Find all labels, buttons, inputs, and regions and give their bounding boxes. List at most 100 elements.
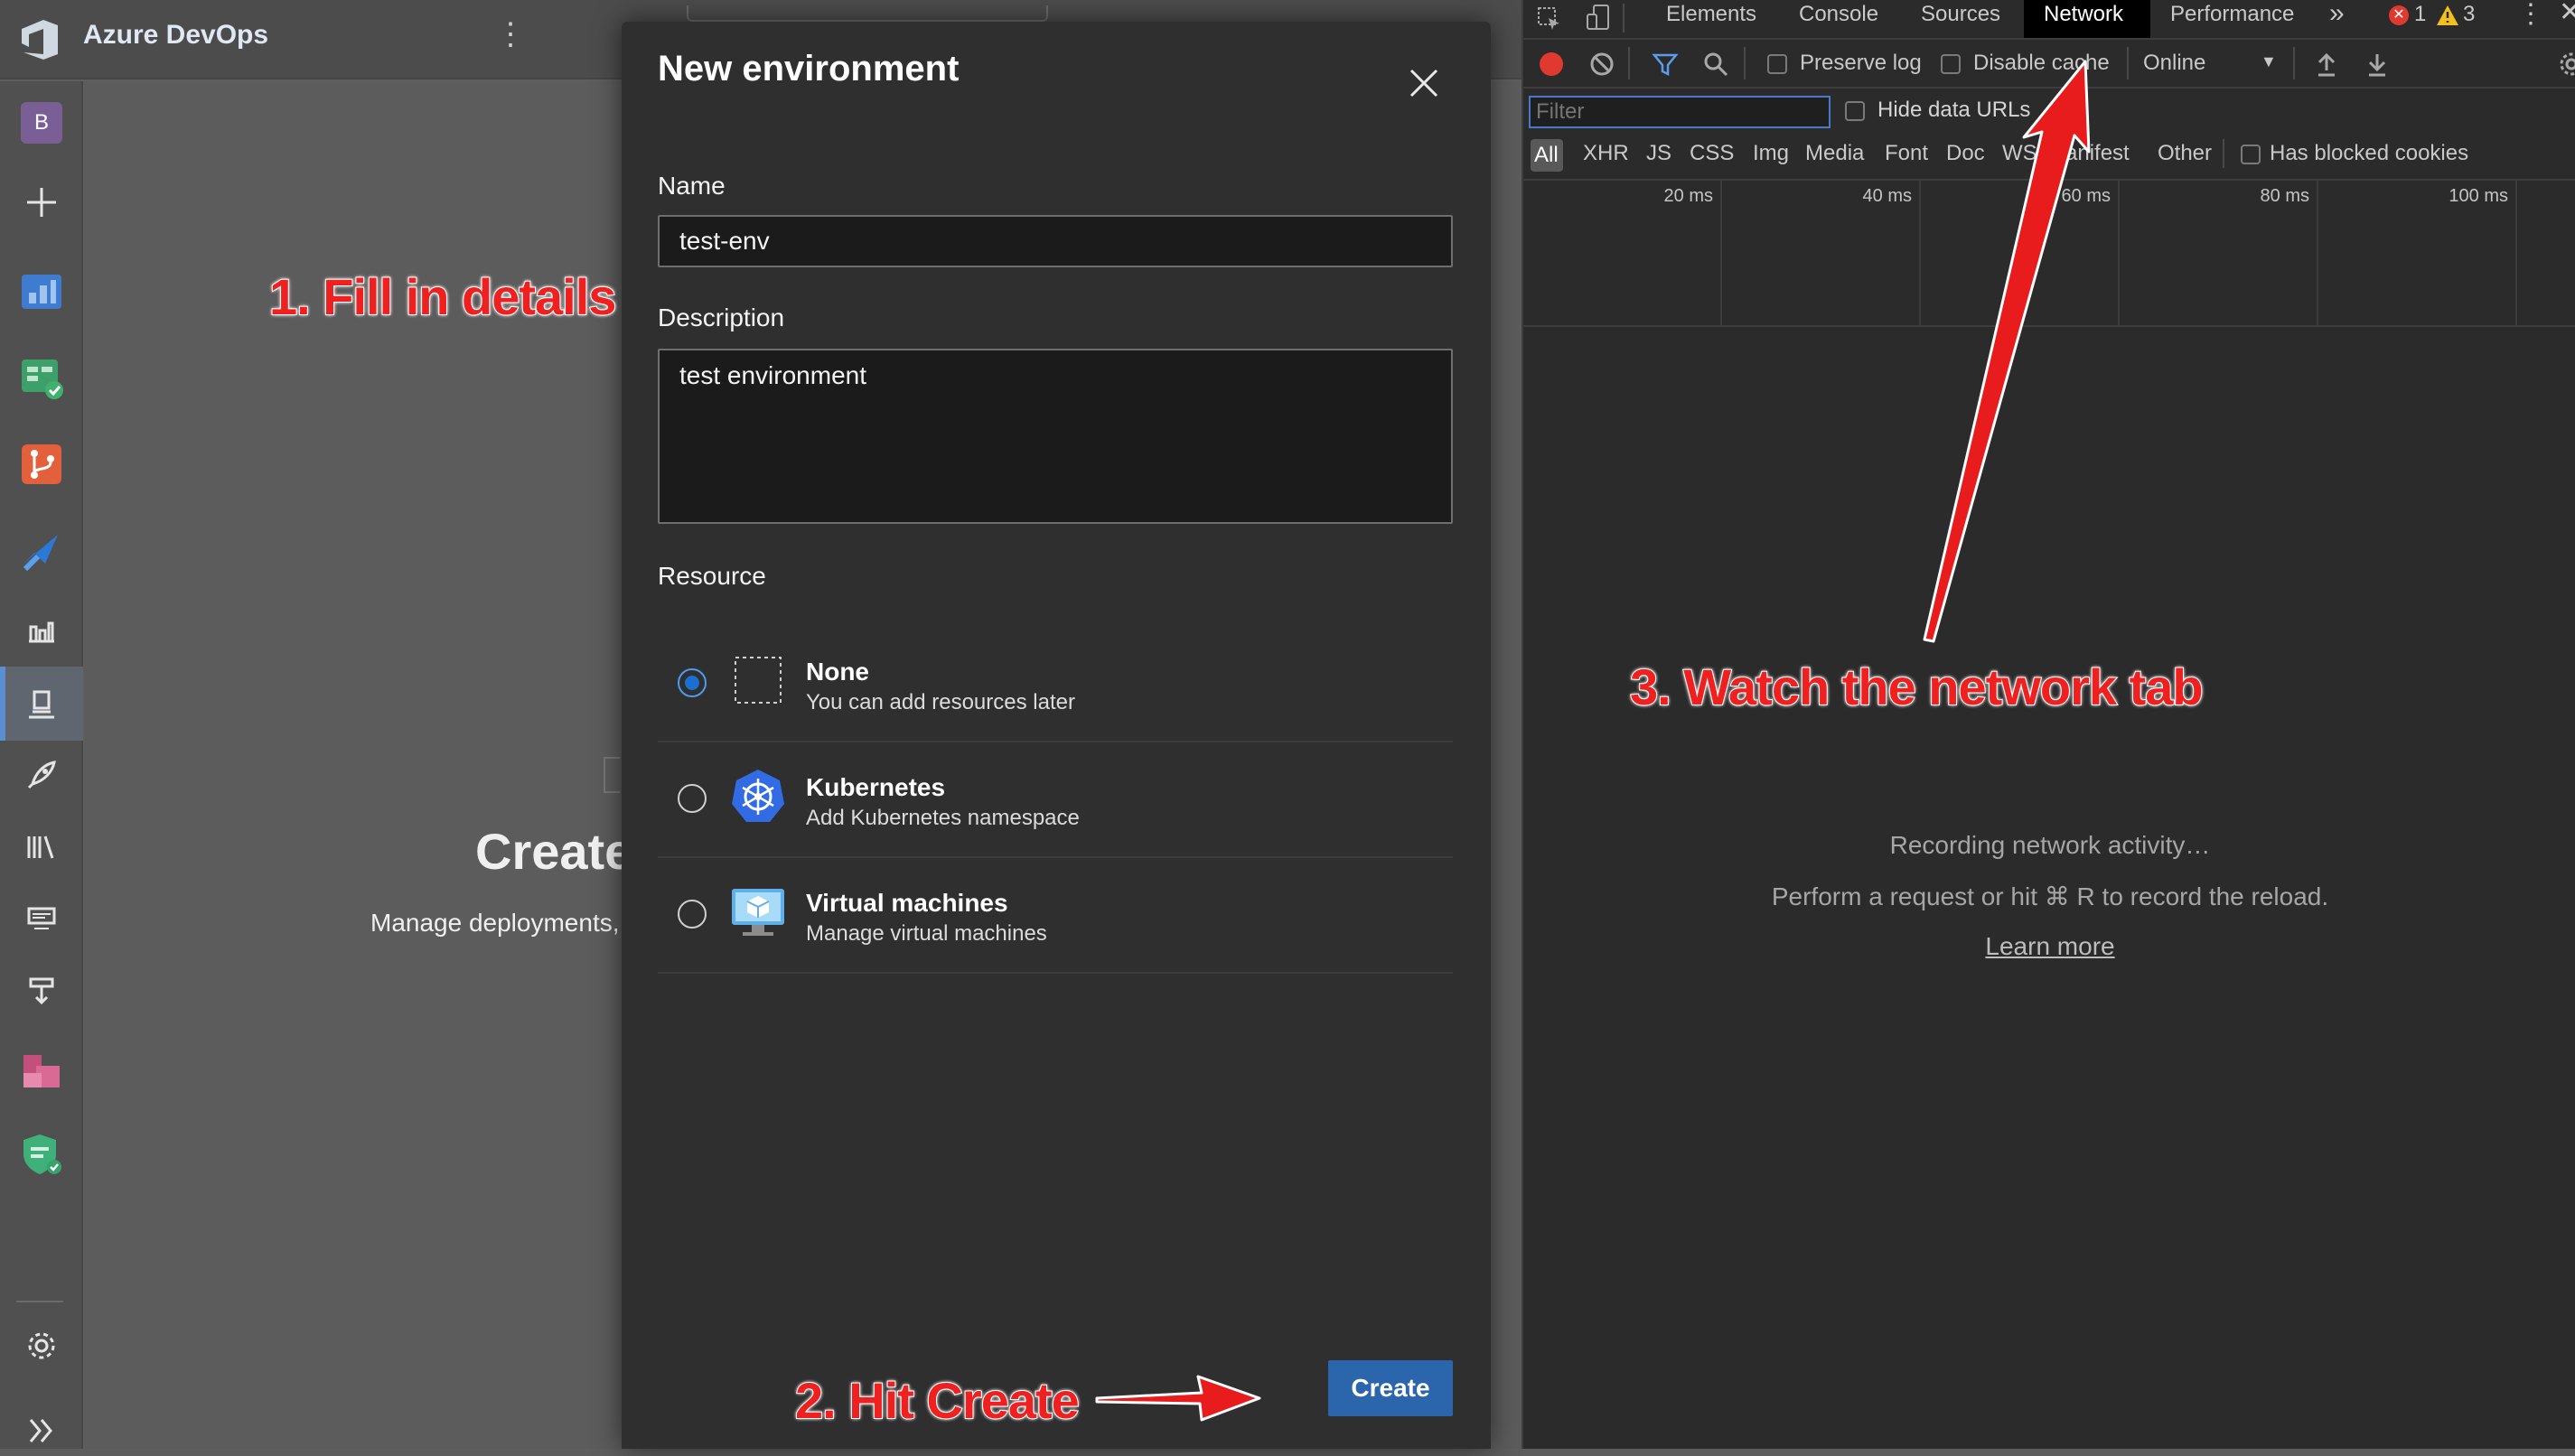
artifacts-icon[interactable] <box>16 1044 67 1095</box>
filter-input[interactable] <box>1529 96 1831 128</box>
learn-more-link[interactable]: Learn more <box>1523 932 2575 961</box>
resource-description: Manage virtual machines <box>806 921 1047 946</box>
arrow-to-create-button <box>1095 1375 1261 1422</box>
nav-active-indicator <box>0 667 5 741</box>
search-icon[interactable] <box>1702 51 1729 78</box>
pipelines-icon[interactable] <box>16 526 67 576</box>
tab-elements[interactable]: Elements <box>1666 2 1756 27</box>
tab-performance[interactable]: Performance <box>2170 2 2294 27</box>
faded-illustration <box>604 757 620 793</box>
task-groups-icon[interactable] <box>16 892 67 943</box>
preserve-log-label: Preserve log <box>1800 51 1922 75</box>
releases-icon[interactable] <box>16 679 67 730</box>
filter-icon[interactable] <box>1652 51 1679 78</box>
export-har-icon[interactable] <box>2365 51 2389 78</box>
resource-name: Virtual machines <box>806 889 1008 917</box>
sidebar-divider <box>16 1301 63 1302</box>
more-options-icon[interactable]: ⋮ <box>495 16 526 52</box>
search-box-edge <box>687 5 1048 22</box>
overview-icon[interactable] <box>16 266 67 316</box>
environments-icon[interactable] <box>16 603 67 654</box>
create-button[interactable]: Create <box>1328 1360 1453 1416</box>
empty-state-subtext: Manage deployments, <box>370 909 620 937</box>
description-label: Description <box>658 303 785 331</box>
filter-type-xhr[interactable]: XHR <box>1583 141 1629 166</box>
tab-sources[interactable]: Sources <box>1921 2 2000 27</box>
filter-type-all[interactable]: All <box>1534 143 1559 168</box>
error-count[interactable]: 1 <box>2414 2 2426 27</box>
add-icon[interactable] <box>16 177 67 228</box>
kubernetes-icon <box>732 770 784 822</box>
filter-type-media[interactable]: Media <box>1805 141 1864 166</box>
deployment-groups-icon[interactable] <box>16 965 67 1015</box>
devtools-menu-icon[interactable]: ⋮ <box>2517 0 2544 30</box>
library-icon[interactable] <box>16 822 67 873</box>
resource-option-none[interactable]: None You can add resources later <box>658 625 1453 742</box>
has-blocked-cookies-label: Has blocked cookies <box>2270 141 2469 165</box>
filter-type-js[interactable]: JS <box>1646 141 1671 166</box>
resource-option-virtual-machines[interactable]: Virtual machines Manage virtual machines <box>658 856 1453 974</box>
tab-console[interactable]: Console <box>1799 2 1878 27</box>
device-toolbar-icon[interactable] <box>1585 4 1612 33</box>
timeline-gridline <box>1720 181 1722 325</box>
toolbar-divider <box>2293 47 2295 79</box>
timeline-gridline <box>2317 181 2318 325</box>
name-label: Name <box>658 172 726 200</box>
resource-option-kubernetes[interactable]: Kubernetes Add Kubernetes namespace <box>658 741 1453 858</box>
more-tabs-icon[interactable]: » <box>2329 0 2345 29</box>
project-avatar[interactable]: B <box>16 98 67 148</box>
radio-virtual-machines[interactable] <box>678 900 707 929</box>
annotation-step-1: 1. Fill in details <box>268 267 617 326</box>
toolbar-divider <box>2223 139 2224 168</box>
radio-none[interactable] <box>678 668 707 697</box>
resource-name: None <box>806 658 869 686</box>
description-input[interactable]: test environment <box>658 349 1453 524</box>
radio-kubernetes[interactable] <box>678 784 707 813</box>
azure-devops-logo-icon[interactable] <box>16 16 63 63</box>
import-har-icon[interactable] <box>2315 51 2338 78</box>
project-settings-icon[interactable] <box>16 1321 67 1371</box>
filter-type-other[interactable]: Other <box>2158 141 2212 166</box>
filter-type-css[interactable]: CSS <box>1690 141 1734 166</box>
app-title[interactable]: Azure DevOps <box>83 20 268 51</box>
tab-network[interactable]: Network <box>2044 2 2123 27</box>
resource-name: Kubernetes <box>806 773 946 801</box>
timeline-tick-label: 40 ms <box>1862 186 1912 206</box>
name-input[interactable] <box>658 215 1453 267</box>
boards-icon[interactable] <box>16 352 67 403</box>
dialog-title: New environment <box>658 49 960 89</box>
annotation-step-3: 3. Watch the network tab <box>1629 658 2205 716</box>
recording-status: Recording network activity… <box>1889 831 2211 859</box>
empty-state-heading: Create <box>475 823 633 880</box>
warning-icon <box>2437 5 2458 25</box>
error-icon: ✕ <box>2389 5 2409 25</box>
inspect-element-icon[interactable] <box>1536 5 1563 33</box>
toolbar-divider <box>1744 47 1746 79</box>
resource-description: You can add resources later <box>806 690 1075 714</box>
warning-count[interactable]: 3 <box>2463 2 2475 27</box>
network-settings-icon[interactable] <box>2557 51 2575 78</box>
close-devtools-icon[interactable]: ✕ <box>2559 0 2575 28</box>
has-blocked-cookies-checkbox[interactable] <box>2241 145 2261 164</box>
hide-data-urls-checkbox[interactable] <box>1845 101 1865 121</box>
annotation-step-2: 2. Hit Create <box>794 1371 1081 1430</box>
test-plans-icon[interactable] <box>16 1129 67 1180</box>
chevron-down-icon[interactable]: ▼ <box>2261 52 2277 71</box>
learn-more-label[interactable]: Learn more <box>1985 932 2114 960</box>
resource-description: Add Kubernetes namespace <box>806 806 1080 830</box>
filter-type-img[interactable]: Img <box>1753 141 1789 166</box>
throttling-select[interactable]: Online <box>2143 51 2205 76</box>
toolbar-divider <box>1628 47 1630 79</box>
virtual-machine-icon <box>732 889 784 936</box>
timeline-tick-label: 80 ms <box>2260 186 2309 206</box>
record-icon[interactable] <box>1540 52 1563 76</box>
preserve-log-checkbox[interactable] <box>1767 54 1787 74</box>
toolbar-divider <box>2127 47 2129 79</box>
clear-icon[interactable] <box>1588 51 1615 78</box>
deploy-rocket-icon[interactable] <box>16 750 67 800</box>
dashed-square-icon <box>735 657 782 704</box>
arrow-to-network-tab <box>1923 60 2091 643</box>
timeline-tick-label: 100 ms <box>2449 186 2508 206</box>
close-icon[interactable] <box>1406 65 1442 101</box>
repos-icon[interactable] <box>16 439 67 490</box>
